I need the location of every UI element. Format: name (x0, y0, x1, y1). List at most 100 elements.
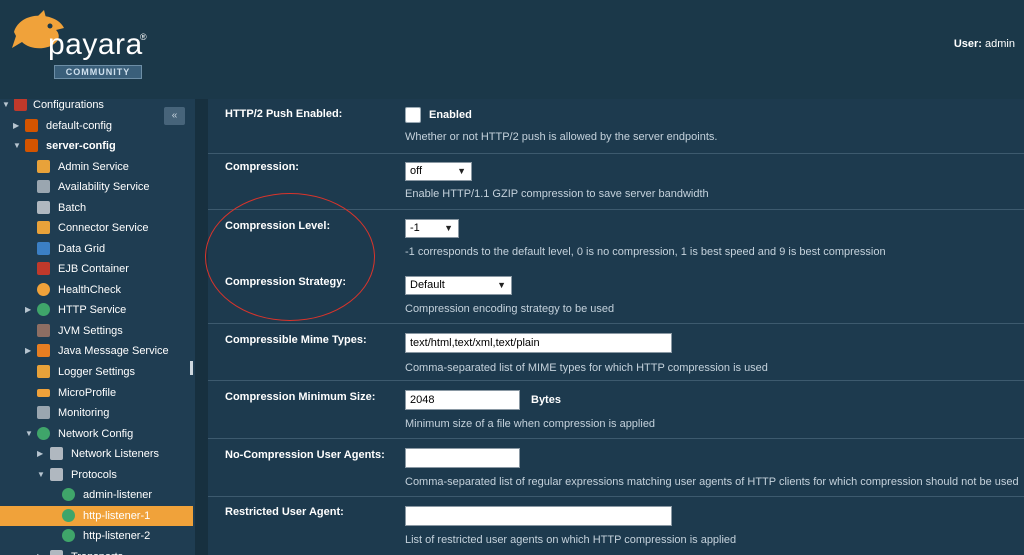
logo-community-badge: COMMUNITY (54, 65, 142, 79)
logo-wordmark: payara (48, 28, 143, 61)
mime-types-input[interactable]: text/html,text/xml,text/plain (405, 333, 672, 353)
tree-item-monitoring[interactable]: Monitoring (0, 403, 160, 423)
tree-item-default-config[interactable]: ▶ default-config (0, 116, 160, 136)
config-icon (25, 139, 38, 152)
tree-item-transports[interactable]: ▶ Transports (0, 547, 160, 555)
navigation-tree: « ▼ Configurations ▶ default-config ▼ se… (0, 99, 195, 555)
restricted-agent-help: List of restricted user agents on which … (405, 534, 737, 546)
http2-push-label: HTTP/2 Push Enabled: (225, 108, 343, 120)
setting-row-no-compression-agents: No-Compression User Agents: Comma-separa… (208, 439, 1024, 497)
expand-down-icon[interactable]: ▼ (13, 136, 23, 156)
folder-icon (50, 447, 63, 460)
mime-types-help: Comma-separated list of MIME types for w… (405, 362, 768, 374)
http2-push-enabled-label: Enabled (429, 109, 472, 121)
availability-icon (37, 180, 50, 193)
minimum-size-label: Compression Minimum Size: (225, 391, 376, 403)
tree-item-connector-service[interactable]: Connector Service (0, 218, 160, 238)
tree-item-http-listener-2[interactable]: http-listener-2 (0, 526, 160, 546)
no-compression-agents-label: No-Compression User Agents: (225, 449, 385, 461)
expand-right-icon[interactable]: ▶ (25, 300, 35, 320)
tree-item-server-config[interactable]: ▼ server-config (0, 136, 160, 156)
http-listener-protocol-settings: HTTP/2 Push Enabled: Enabled Whether or … (208, 99, 1024, 555)
setting-row-compression-level: Compression Level: -1 ▼ -1 corresponds t… (208, 210, 1024, 267)
minimum-size-help: Minimum size of a file when compression … (405, 418, 656, 430)
expand-right-icon[interactable]: ▶ (13, 116, 23, 136)
monitor-icon (37, 406, 50, 419)
expand-right-icon[interactable]: ▶ (37, 547, 47, 555)
expand-down-icon[interactable]: ▼ (25, 424, 35, 444)
tree-item-admin-service[interactable]: Admin Service (0, 157, 160, 177)
compression-level-help: -1 corresponds to the default level, 0 i… (405, 246, 886, 258)
dropdown-arrow-icon: ▼ (444, 223, 453, 233)
minimum-size-unit: Bytes (531, 394, 561, 406)
puzzle-icon (37, 365, 50, 378)
tree-item-microprofile[interactable]: MicroProfile (0, 383, 160, 403)
config-folder-icon (14, 99, 27, 111)
compression-level-label: Compression Level: (225, 220, 331, 232)
tree-item-healthcheck[interactable]: HealthCheck (0, 280, 160, 300)
expand-right-icon[interactable]: ▶ (25, 341, 35, 361)
logo-registered-mark: ® (140, 32, 147, 42)
globe-icon (62, 488, 75, 501)
setting-row-compression-strategy: Compression Strategy: Default ▼ Compress… (208, 267, 1024, 324)
tree-item-availability-service[interactable]: Availability Service (0, 177, 160, 197)
puzzle-icon (37, 160, 50, 173)
expand-down-icon[interactable]: ▼ (2, 99, 12, 115)
setting-row-compression: Compression: off ▼ Enable HTTP/1.1 GZIP … (208, 154, 1024, 210)
restricted-agent-label: Restricted User Agent: (225, 506, 344, 518)
tree-item-configurations[interactable]: ▼ Configurations (0, 99, 160, 115)
tree-item-jvm-settings[interactable]: JVM Settings (0, 321, 160, 341)
setting-row-http2-push: HTTP/2 Push Enabled: Enabled Whether or … (208, 99, 1024, 154)
app-header: payara ® COMMUNITY User: admin (0, 0, 1024, 99)
data-grid-icon (37, 242, 50, 255)
compression-help: Enable HTTP/1.1 GZIP compression to save… (405, 188, 709, 200)
tree-item-java-message-service[interactable]: ▶ Java Message Service (0, 341, 170, 361)
globe-icon (62, 529, 75, 542)
dropdown-arrow-icon: ▼ (457, 166, 466, 176)
user-name: admin (985, 38, 1015, 50)
globe-icon (37, 427, 50, 440)
payara-logo: payara ® COMMUNITY (8, 8, 148, 79)
setting-row-mime-types: Compressible Mime Types: text/html,text/… (208, 324, 1024, 381)
collapse-sidebar-button[interactable]: « (164, 107, 185, 125)
user-info: User: admin (954, 38, 1015, 50)
puzzle-icon (37, 221, 50, 234)
globe-icon (62, 509, 75, 522)
tree-item-network-config[interactable]: ▼ Network Config (0, 424, 160, 444)
tree-item-batch[interactable]: Batch (0, 198, 160, 218)
mime-types-label: Compressible Mime Types: (225, 334, 367, 346)
http2-push-help: Whether or not HTTP/2 push is allowed by… (405, 131, 718, 143)
no-compression-agents-input[interactable] (405, 448, 520, 468)
tree-item-network-listeners[interactable]: ▶ Network Listeners (0, 444, 170, 464)
user-label: User: (953, 38, 982, 50)
tree-item-protocols[interactable]: ▼ Protocols (0, 465, 160, 485)
compression-strategy-select[interactable]: Default ▼ (405, 276, 512, 295)
tree-item-ejb-container[interactable]: EJB Container (0, 259, 160, 279)
compression-strategy-help: Compression encoding strategy to be used (405, 303, 615, 315)
ejb-icon (37, 262, 50, 275)
pane-divider[interactable] (195, 99, 208, 555)
tree-item-http-service[interactable]: ▶ HTTP Service (0, 300, 160, 320)
http2-push-checkbox[interactable] (405, 107, 421, 123)
tree-item-admin-listener[interactable]: admin-listener (0, 485, 160, 505)
globe-icon (37, 303, 50, 316)
jms-icon (37, 344, 50, 357)
setting-row-minimum-size: Compression Minimum Size: 2048 Bytes Min… (208, 381, 1024, 439)
sidebar-scrollbar[interactable] (190, 361, 193, 375)
restricted-agent-input[interactable] (405, 506, 672, 526)
tree-item-http-listener-1[interactable]: http-listener-1 (0, 506, 193, 526)
minimum-size-input[interactable]: 2048 (405, 390, 520, 410)
compression-level-select[interactable]: -1 ▼ (405, 219, 459, 238)
dropdown-arrow-icon: ▼ (497, 280, 506, 290)
tree-item-data-grid[interactable]: Data Grid (0, 239, 160, 259)
folder-icon (50, 468, 63, 481)
compression-select[interactable]: off ▼ (405, 162, 472, 181)
expand-down-icon[interactable]: ▼ (37, 465, 47, 485)
expand-right-icon[interactable]: ▶ (37, 444, 47, 464)
compression-label: Compression: (225, 161, 299, 173)
setting-row-restricted-agent: Restricted User Agent: List of restricte… (208, 497, 1024, 555)
config-icon (25, 119, 38, 132)
folder-icon (50, 550, 63, 555)
microprofile-icon (37, 389, 50, 397)
tree-item-logger-settings[interactable]: Logger Settings (0, 362, 160, 382)
